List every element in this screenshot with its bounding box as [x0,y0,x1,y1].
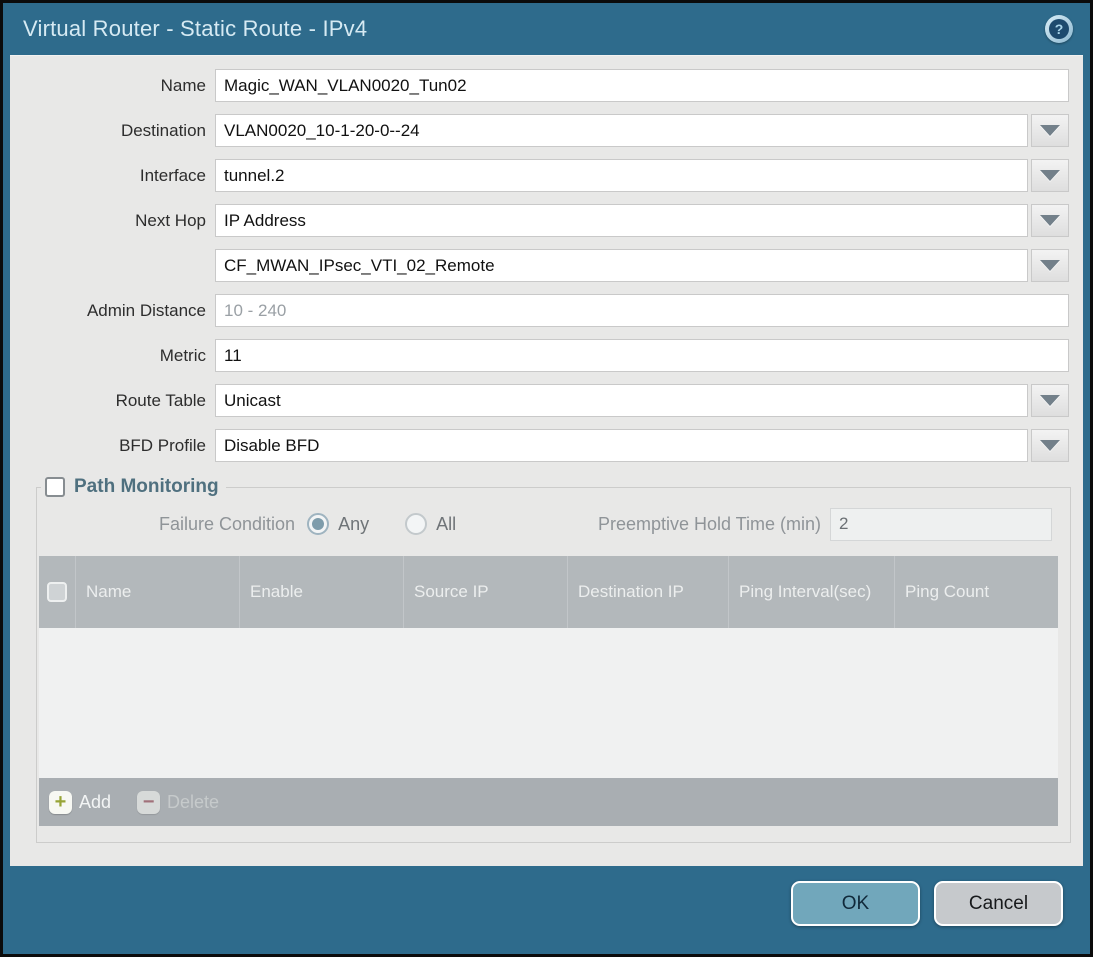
radio-all-label: All [436,514,456,535]
static-route-dialog: Virtual Router - Static Route - IPv4 ? N… [0,0,1093,957]
metric-input[interactable] [215,339,1069,372]
interface-input[interactable] [215,159,1028,192]
path-monitoring-title: Path Monitoring [74,476,219,498]
cancel-button[interactable]: Cancel [934,881,1063,926]
form-row-interface: Interface [24,159,1069,192]
radio-any-label: Any [338,514,369,535]
chevron-down-icon [1040,170,1060,181]
chevron-down-icon [1040,395,1060,406]
next-hop-address-input[interactable] [215,249,1028,282]
delete-button-label: Delete [167,792,219,813]
column-header-source-ip[interactable]: Source IP [403,556,567,628]
dialog-footer: OK Cancel [3,866,1090,954]
form-row-name: Name [24,69,1069,102]
dialog-title: Virtual Router - Static Route - IPv4 [23,16,1045,42]
next-hop-address-dropdown-button[interactable] [1031,249,1069,282]
table-body-empty [39,628,1058,778]
preemptive-hold-time-input[interactable] [830,508,1052,541]
route-table-dropdown-button[interactable] [1031,384,1069,417]
ok-button[interactable]: OK [791,881,920,926]
path-monitoring-section: Path Monitoring Failure Condition Any Al… [36,476,1071,843]
table-toolbar: + Add − Delete [39,778,1058,826]
admin-distance-label: Admin Distance [24,301,206,321]
failure-condition-option-all: All [405,513,456,535]
destination-dropdown-button[interactable] [1031,114,1069,147]
help-icon[interactable]: ? [1045,15,1073,43]
bfd-profile-input[interactable] [215,429,1028,462]
path-monitoring-table: Name Enable Source IP Destination IP Pin… [39,556,1058,826]
delete-button[interactable]: − Delete [137,791,219,814]
form-row-bfd-profile: BFD Profile [24,429,1069,462]
table-header: Name Enable Source IP Destination IP Pin… [39,556,1058,628]
destination-label: Destination [24,121,206,141]
add-button[interactable]: + Add [49,791,111,814]
chevron-down-icon [1040,440,1060,451]
add-button-label: Add [79,792,111,813]
bfd-profile-dropdown-button[interactable] [1031,429,1069,462]
column-header-enable[interactable]: Enable [239,556,403,628]
admin-distance-input[interactable] [215,294,1069,327]
name-label: Name [24,76,206,96]
bfd-profile-label: BFD Profile [24,436,206,456]
failure-condition-label: Failure Condition [159,514,295,535]
column-header-ping-interval[interactable]: Ping Interval(sec) [728,556,894,628]
interface-dropdown-button[interactable] [1031,159,1069,192]
dialog-body: Name Destination Interface Next Hop [10,55,1083,866]
metric-label: Metric [24,346,206,366]
column-header-ping-count[interactable]: Ping Count [894,556,1058,628]
minus-icon: − [137,791,160,814]
destination-input[interactable] [215,114,1028,147]
route-table-label: Route Table [24,391,206,411]
radio-any[interactable] [307,513,329,535]
route-table-input[interactable] [215,384,1028,417]
path-monitoring-legend: Path Monitoring [41,476,226,498]
form-row-next-hop: Next Hop [24,204,1069,237]
form-row-destination: Destination [24,114,1069,147]
next-hop-label: Next Hop [24,211,206,231]
next-hop-type-input[interactable] [215,204,1028,237]
column-header-name[interactable]: Name [75,556,239,628]
path-monitoring-checkbox[interactable] [45,477,65,497]
form-row-next-hop-address [24,249,1069,282]
failure-condition-option-any: Any [307,513,369,535]
next-hop-type-dropdown-button[interactable] [1031,204,1069,237]
radio-all[interactable] [405,513,427,535]
form-row-admin-distance: Admin Distance [24,294,1069,327]
select-all-header-cell [39,556,75,628]
chevron-down-icon [1040,260,1060,271]
form-row-metric: Metric [24,339,1069,372]
dialog-titlebar: Virtual Router - Static Route - IPv4 ? [3,3,1090,55]
help-question-glyph: ? [1049,19,1069,39]
failure-condition-row: Failure Condition Any All Preemptive Hol… [39,504,1058,544]
select-all-checkbox[interactable] [47,582,67,602]
preemptive-hold-time-group: Preemptive Hold Time (min) [598,508,1052,541]
chevron-down-icon [1040,215,1060,226]
interface-label: Interface [24,166,206,186]
column-header-destination-ip[interactable]: Destination IP [567,556,728,628]
preemptive-hold-time-label: Preemptive Hold Time (min) [598,514,821,535]
plus-icon: + [49,791,72,814]
chevron-down-icon [1040,125,1060,136]
name-input[interactable] [215,69,1069,102]
form-row-route-table: Route Table [24,384,1069,417]
